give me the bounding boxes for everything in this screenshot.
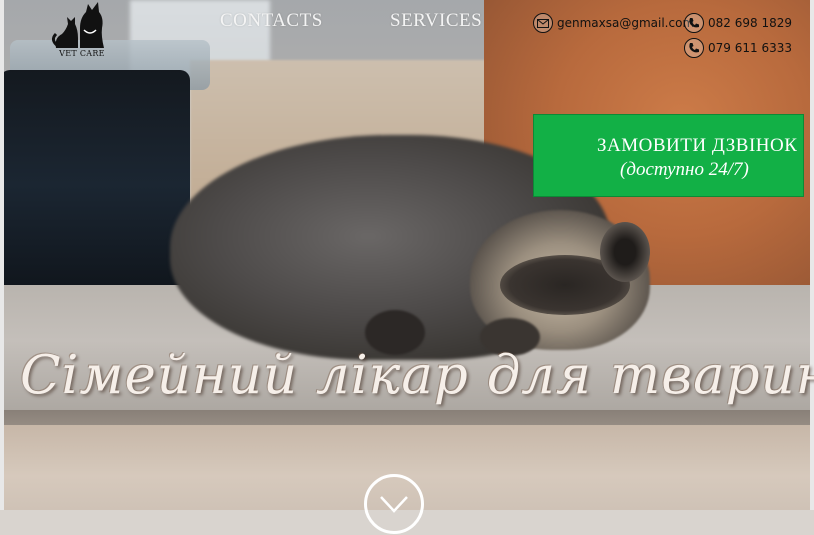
- email-text: genmaxsa@gmail.com: [557, 16, 695, 30]
- order-call-sublabel: (доступно 24/7): [620, 159, 749, 180]
- cat-dog-silhouette-icon: [51, 2, 104, 48]
- phone-2-text: 079 611 6333: [708, 41, 792, 55]
- hero-background: [0, 0, 814, 510]
- logo-text: VET CARE: [59, 49, 105, 58]
- phone-1-text: 082 698 1829: [708, 16, 792, 30]
- order-call-button[interactable]: ЗАМОВИТИ ДЗВІНОК (доступно 24/7): [533, 114, 804, 197]
- background-cage: [0, 70, 190, 300]
- hero-headline: Сімейний лікар для тварин: [20, 345, 814, 406]
- envelope-icon: [533, 13, 553, 33]
- phone-contact-2[interactable]: 079 611 6333: [684, 38, 792, 58]
- order-call-label: ЗАМОВИТИ ДЗВІНОК: [597, 135, 798, 156]
- nav-contacts[interactable]: CONTACTS: [220, 10, 323, 32]
- nav-services[interactable]: SERVICES: [390, 10, 482, 32]
- chevron-down-icon: [380, 496, 408, 513]
- frame-left: [0, 0, 4, 510]
- phone-contact-1[interactable]: 082 698 1829: [684, 13, 792, 33]
- frame-right: [810, 0, 814, 510]
- raccoon-ear: [600, 222, 650, 282]
- phone-icon: [684, 38, 704, 58]
- email-contact[interactable]: genmaxsa@gmail.com: [533, 13, 694, 33]
- phone-icon: [684, 13, 704, 33]
- scroll-down-button[interactable]: [364, 474, 424, 534]
